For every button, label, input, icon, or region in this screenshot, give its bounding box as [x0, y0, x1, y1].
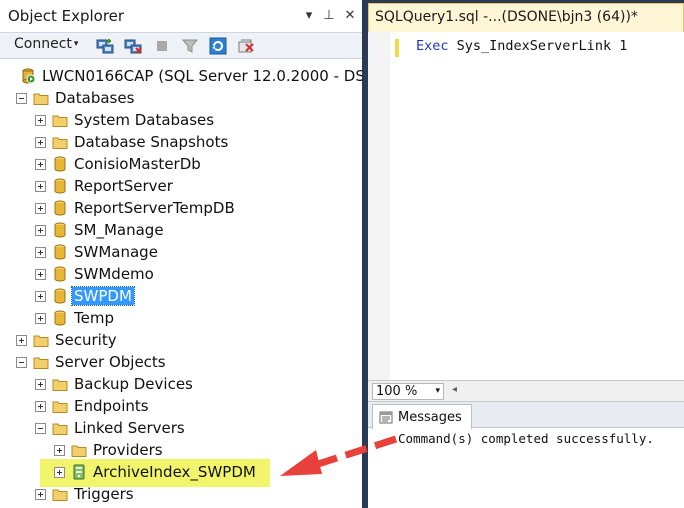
tree-node-database-selected[interactable]: SWPDM: [35, 285, 135, 307]
folder-icon: [33, 93, 49, 105]
zoom-select[interactable]: 100 % ▾: [372, 383, 444, 400]
folder-icon: [33, 335, 49, 347]
object-explorer-toolbar: Connect ▾: [0, 33, 362, 59]
results-pane: Messages Command(s) completed successful…: [368, 402, 684, 508]
tree-node-database[interactable]: Temp: [35, 307, 116, 329]
folder-icon: [52, 137, 68, 149]
tab-sqlquery1[interactable]: SQLQuery1.sql -...(DSONE\bjn3 (64))*: [368, 3, 684, 32]
database-icon: [54, 200, 66, 216]
object-explorer-title: Object Explorer: [8, 7, 125, 25]
tree-node-database-snapshots[interactable]: Database Snapshots: [35, 131, 230, 153]
connect-object-explorer-icon[interactable]: [96, 37, 114, 55]
close-icon[interactable]: ✕: [341, 6, 359, 26]
folder-icon: [52, 489, 68, 501]
object-explorer-title-bar: Object Explorer ▾ ⊥ ✕: [0, 0, 362, 33]
code-keyword: Exec: [416, 38, 449, 54]
tree-node-databases[interactable]: Databases: [16, 87, 136, 109]
tree-node-database[interactable]: ConisioMasterDb: [35, 153, 203, 175]
code-line[interactable]: Exec Sys_IndexServerLink 1: [416, 38, 627, 54]
expand-icon[interactable]: [35, 224, 46, 236]
auto-hide-pin-icon[interactable]: ⊥: [320, 6, 338, 26]
tree-node-providers[interactable]: Providers: [54, 439, 165, 461]
collapse-icon[interactable]: [16, 356, 27, 368]
server-label: LWCN0166CAP (SQL Server 12.0.2000 - DSON…: [42, 67, 364, 85]
filter-icon[interactable]: [181, 37, 199, 55]
change-marker: [395, 39, 399, 57]
collapse-icon[interactable]: [16, 92, 27, 104]
tree-server-node[interactable]: LWCN0166CAP (SQL Server 12.0.2000 - DSON…: [0, 65, 362, 87]
expand-icon[interactable]: [35, 246, 46, 258]
expand-icon[interactable]: [35, 290, 46, 302]
code-text: Sys_IndexServerLink 1: [448, 38, 628, 54]
expand-icon[interactable]: [35, 312, 46, 324]
database-icon: [54, 222, 66, 238]
tree-node-security[interactable]: Security: [16, 329, 119, 351]
connect-button[interactable]: Connect ▾: [14, 36, 78, 52]
disconnect-icon[interactable]: [124, 37, 142, 55]
tree-node-database[interactable]: SWManage: [35, 241, 160, 263]
tree-node-backup-devices[interactable]: Backup Devices: [35, 373, 195, 395]
tree-node-endpoints[interactable]: Endpoints: [35, 395, 151, 417]
tab-messages[interactable]: Messages: [372, 404, 472, 429]
tree-node-linked-servers[interactable]: Linked Servers: [35, 417, 187, 439]
tree-node-database[interactable]: ReportServerTempDB: [35, 197, 237, 219]
expand-icon[interactable]: [16, 334, 27, 346]
expand-icon[interactable]: [35, 378, 46, 390]
server-icon: [22, 68, 36, 84]
folder-icon: [52, 401, 68, 413]
tree-node-system-databases[interactable]: System Databases: [35, 109, 216, 131]
expand-icon[interactable]: [35, 158, 46, 170]
expand-icon[interactable]: [54, 444, 65, 456]
folder-icon: [52, 423, 68, 435]
database-icon: [54, 156, 66, 172]
database-icon: [54, 288, 66, 304]
database-icon: [54, 178, 66, 194]
result-message: Command(s) completed successfully.: [398, 431, 654, 446]
tree-node-database[interactable]: ReportServer: [35, 175, 175, 197]
expand-icon[interactable]: [35, 180, 46, 192]
tree-node-triggers[interactable]: Triggers: [35, 483, 136, 505]
expand-icon[interactable]: [35, 400, 46, 412]
folder-icon: [52, 115, 68, 127]
document-tab-strip: SQLQuery1.sql -...(DSONE\bjn3 (64))*: [368, 0, 684, 32]
folder-icon: [33, 357, 49, 369]
expand-icon[interactable]: [35, 488, 46, 500]
database-icon: [54, 244, 66, 260]
summary-icon[interactable]: [237, 37, 255, 55]
stop-icon[interactable]: [153, 37, 171, 55]
query-editor[interactable]: Exec Sys_IndexServerLink 1: [368, 32, 684, 380]
database-icon: [54, 266, 66, 282]
expand-icon[interactable]: [54, 466, 65, 478]
chevron-down-icon: ▾: [435, 386, 440, 396]
editor-gutter: [368, 32, 390, 380]
folder-icon: [52, 379, 68, 391]
tab-title: SQLQuery1.sql -...(DSONE\bjn3 (64))*: [375, 9, 638, 25]
folder-icon: [71, 445, 87, 457]
database-icon: [54, 310, 66, 326]
messages-icon: [379, 411, 393, 424]
tree-node-database[interactable]: SWMdemo: [35, 263, 156, 285]
refresh-icon[interactable]: [209, 37, 227, 55]
linked-server-icon: [73, 464, 85, 480]
tree-node-database[interactable]: SM_Manage: [35, 219, 166, 241]
results-tab-strip: Messages: [368, 402, 684, 429]
expand-icon[interactable]: [35, 136, 46, 148]
expand-icon[interactable]: [35, 202, 46, 214]
zoom-bar: 100 % ▾ ◂: [368, 380, 684, 402]
object-explorer-pane: Object Explorer ▾ ⊥ ✕ Connect ▾ LWCN0166…: [0, 0, 364, 508]
query-pane: SQLQuery1.sql -...(DSONE\bjn3 (64))* Exe…: [368, 0, 684, 508]
collapse-icon[interactable]: [35, 422, 46, 434]
scroll-left-icon[interactable]: ◂: [452, 384, 457, 395]
tree-node-linked-server-archiveindex[interactable]: ArchiveIndex_SWPDM: [54, 461, 258, 483]
window-position-icon[interactable]: ▾: [300, 6, 318, 26]
expand-icon[interactable]: [35, 268, 46, 280]
tree-node-server-objects[interactable]: Server Objects: [16, 351, 168, 373]
expand-icon[interactable]: [35, 114, 46, 126]
